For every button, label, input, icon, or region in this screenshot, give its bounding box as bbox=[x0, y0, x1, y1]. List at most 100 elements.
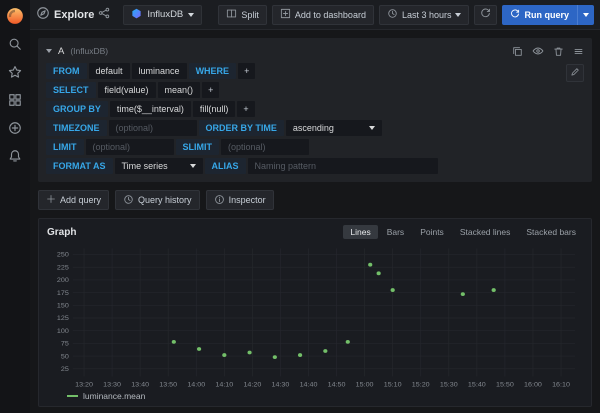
format-as-value: Time series bbox=[122, 161, 168, 171]
mode-stacked-lines[interactable]: Stacked lines bbox=[453, 225, 518, 239]
select-func-segment[interactable]: mean() bbox=[158, 82, 201, 98]
split-columns-icon bbox=[226, 8, 237, 21]
query-row-format: FORMAT AS Time series ALIAS bbox=[46, 158, 584, 174]
svg-text:16:00: 16:00 bbox=[524, 382, 542, 389]
svg-text:14:00: 14:00 bbox=[187, 382, 205, 389]
groupby-time-segment[interactable]: time($__interval) bbox=[110, 101, 191, 117]
duplicate-query-icon[interactable] bbox=[512, 46, 523, 57]
orderby-label: ORDER BY TIME bbox=[199, 120, 284, 136]
svg-text:14:50: 14:50 bbox=[328, 382, 346, 389]
run-query-label: Run query bbox=[524, 10, 569, 20]
svg-text:14:30: 14:30 bbox=[272, 382, 290, 389]
select-label: SELECT bbox=[46, 82, 96, 98]
svg-text:13:40: 13:40 bbox=[131, 382, 149, 389]
run-query-dropdown[interactable] bbox=[577, 5, 594, 25]
groupby-fill-segment[interactable]: fill(null) bbox=[193, 101, 236, 117]
refresh-button[interactable] bbox=[474, 5, 497, 25]
datasource-picker[interactable]: InfluxDB bbox=[123, 5, 202, 25]
add-where-button[interactable]: + bbox=[238, 63, 255, 79]
mode-stacked-bars[interactable]: Stacked bars bbox=[519, 225, 583, 239]
legend-series-label[interactable]: luminance.mean bbox=[83, 391, 145, 401]
svg-text:15:50: 15:50 bbox=[496, 382, 514, 389]
from-measurement-segment[interactable]: luminance bbox=[132, 63, 187, 79]
apps-grid-icon bbox=[8, 93, 22, 107]
chart-area[interactable]: 25507510012515017520022525013:2013:3013:… bbox=[47, 243, 583, 390]
grafana-logo[interactable] bbox=[4, 5, 26, 27]
add-to-dashboard-button[interactable]: Add to dashboard bbox=[272, 5, 374, 25]
page-title: Explore bbox=[54, 9, 94, 21]
hide-query-eye-icon[interactable] bbox=[532, 45, 544, 57]
mode-bars[interactable]: Bars bbox=[380, 225, 411, 239]
limit-label: LIMIT bbox=[46, 139, 84, 155]
svg-text:15:00: 15:00 bbox=[356, 382, 374, 389]
chevron-down-icon bbox=[190, 164, 196, 168]
svg-text:75: 75 bbox=[61, 341, 69, 348]
legend-swatch bbox=[67, 395, 78, 397]
split-label: Split bbox=[241, 10, 259, 20]
svg-text:15:10: 15:10 bbox=[384, 382, 402, 389]
query-history-label: Query history bbox=[138, 195, 192, 205]
clock-icon bbox=[387, 8, 398, 21]
svg-text:14:20: 14:20 bbox=[243, 382, 261, 389]
toggle-text-edit-button[interactable] bbox=[566, 64, 584, 82]
graph-mode-switcher: Lines Bars Points Stacked lines Stacked … bbox=[343, 225, 583, 239]
sidebar-item-create[interactable] bbox=[4, 117, 26, 139]
svg-text:125: 125 bbox=[57, 315, 69, 322]
timezone-input[interactable] bbox=[109, 120, 197, 136]
sidebar-item-search[interactable] bbox=[4, 33, 26, 55]
select-field-segment[interactable]: field(value) bbox=[98, 82, 156, 98]
drag-handle-icon[interactable] bbox=[573, 46, 584, 57]
share-icon[interactable] bbox=[98, 7, 110, 22]
explore-header: Explore bbox=[36, 6, 110, 23]
run-query-main[interactable]: Run query bbox=[502, 5, 577, 25]
add-groupby-button[interactable]: + bbox=[237, 101, 254, 117]
sidebar-item-starred[interactable] bbox=[4, 61, 26, 83]
time-range-picker[interactable]: Last 3 hours bbox=[379, 5, 470, 25]
add-query-label: Add query bbox=[60, 195, 101, 205]
collapse-row-icon[interactable] bbox=[46, 49, 52, 53]
mode-points[interactable]: Points bbox=[413, 225, 451, 239]
limit-input[interactable] bbox=[86, 139, 174, 155]
svg-text:250: 250 bbox=[57, 252, 69, 259]
split-button[interactable]: Split bbox=[218, 5, 267, 25]
query-row-limit: LIMIT SLIMIT bbox=[46, 139, 584, 155]
query-row-timezone: TIMEZONE ORDER BY TIME ascending bbox=[46, 120, 584, 136]
slimit-input[interactable] bbox=[221, 139, 309, 155]
where-label: WHERE bbox=[189, 63, 237, 79]
main-area: Explore InfluxDB bbox=[30, 0, 600, 413]
svg-text:225: 225 bbox=[57, 265, 69, 272]
svg-text:15:40: 15:40 bbox=[468, 382, 486, 389]
svg-text:13:20: 13:20 bbox=[75, 382, 93, 389]
sidebar-item-dashboards[interactable] bbox=[4, 89, 26, 111]
format-as-select[interactable]: Time series bbox=[115, 158, 203, 174]
run-query-button[interactable]: Run query bbox=[502, 5, 594, 25]
chevron-down-icon bbox=[583, 13, 589, 17]
alias-input[interactable] bbox=[248, 158, 438, 174]
sync-icon bbox=[510, 9, 520, 21]
bell-icon bbox=[8, 149, 22, 163]
svg-text:175: 175 bbox=[57, 290, 69, 297]
graph-legend[interactable]: luminance.mean bbox=[47, 390, 583, 402]
sidebar-item-alerting[interactable] bbox=[4, 145, 26, 167]
add-query-button[interactable]: Add query bbox=[38, 190, 109, 210]
format-as-label: FORMAT AS bbox=[46, 158, 113, 174]
svg-text:15:20: 15:20 bbox=[412, 382, 430, 389]
query-history-button[interactable]: Query history bbox=[115, 190, 200, 210]
add-select-button[interactable]: + bbox=[202, 82, 219, 98]
sidebar bbox=[0, 0, 30, 413]
orderby-select[interactable]: ascending bbox=[286, 120, 382, 136]
add-to-dashboard-label: Add to dashboard bbox=[295, 10, 366, 20]
datasource-name: InfluxDB bbox=[147, 9, 183, 20]
query-editor-panel: A (InfluxDB) bbox=[38, 38, 592, 182]
from-policy-segment[interactable]: default bbox=[89, 63, 130, 79]
inspector-button[interactable]: Inspector bbox=[206, 190, 274, 210]
topbar: Explore InfluxDB bbox=[30, 0, 600, 30]
remove-query-trash-icon[interactable] bbox=[553, 46, 564, 57]
plus-icon bbox=[46, 194, 56, 206]
chevron-down-icon bbox=[188, 13, 194, 17]
app-root: Explore InfluxDB bbox=[0, 0, 600, 413]
svg-text:13:30: 13:30 bbox=[103, 382, 121, 389]
content: A (InfluxDB) bbox=[30, 30, 600, 413]
mode-lines[interactable]: Lines bbox=[343, 225, 377, 239]
from-label: FROM bbox=[46, 63, 87, 79]
